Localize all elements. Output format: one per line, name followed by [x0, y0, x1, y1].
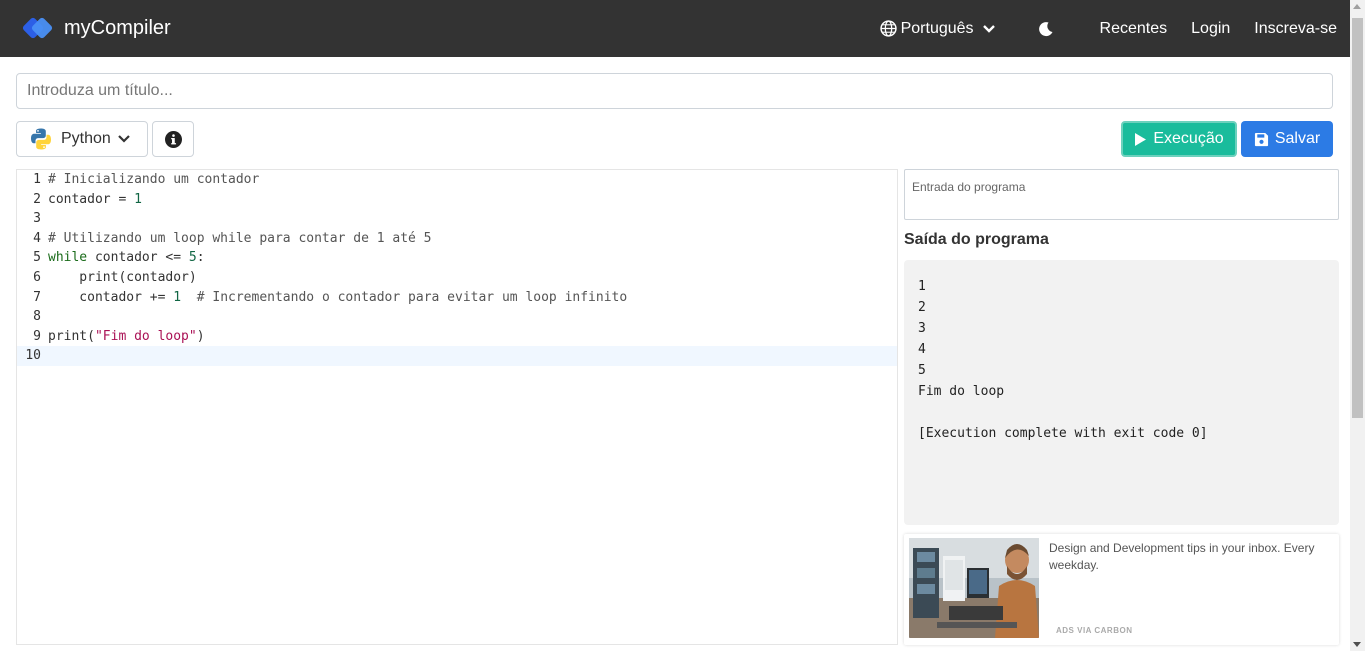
code-line[interactable]: 9 print("Fim do loop") — [17, 327, 897, 347]
brand-logo-icon — [22, 15, 54, 43]
chevron-down-icon — [118, 135, 130, 143]
code-editor[interactable]: 1 # Inicializando um contador 2 contador… — [16, 169, 898, 645]
code-line[interactable]: 6 print(contador) — [17, 268, 897, 288]
output-line: 3 — [918, 321, 926, 336]
code-line[interactable]: 7 contador += 1 # Incrementando o contad… — [17, 288, 897, 308]
brand-name: myCompiler — [64, 17, 171, 39]
ad-via-label[interactable]: ADS VIA CARBON — [1056, 626, 1132, 635]
output-line: 2 — [918, 300, 926, 315]
floppy-disk-icon — [1254, 132, 1268, 146]
line-number: 1 — [33, 172, 41, 187]
scroll-up-icon[interactable] — [1353, 4, 1361, 9]
code-text[interactable]: # Utilizando um loop while para contar d… — [41, 229, 432, 249]
line-number: 8 — [33, 309, 41, 325]
ad-image[interactable] — [909, 538, 1039, 638]
output-title: Saída do programa — [904, 231, 1049, 248]
code-text[interactable]: # Inicializando um contador — [41, 170, 259, 190]
code-text[interactable]: print(contador) — [41, 268, 196, 288]
code-line[interactable]: 1 # Inicializando um contador — [17, 170, 897, 190]
code-text[interactable] — [41, 346, 48, 366]
output-line: 1 — [918, 279, 926, 294]
line-number: 7 — [33, 289, 41, 305]
line-number: 5 — [33, 250, 41, 266]
language-dropdown-label: Python — [61, 130, 111, 147]
nav-link-recentes[interactable]: Recentes — [1100, 20, 1168, 38]
code-text[interactable]: while contador <= 5: — [41, 248, 205, 268]
scroll-down-icon[interactable] — [1353, 642, 1361, 647]
code-text[interactable] — [41, 307, 48, 327]
line-number: 3 — [33, 211, 41, 227]
page-scrollbar[interactable] — [1350, 0, 1365, 651]
language-selector[interactable]: Português — [879, 19, 1000, 38]
code-line-active[interactable]: 10 — [17, 346, 897, 366]
carbon-ad[interactable]: Design and Development tips in your inbo… — [904, 534, 1339, 645]
program-input[interactable] — [904, 169, 1339, 220]
line-number: 6 — [33, 269, 41, 285]
globe-icon — [879, 20, 897, 37]
line-number: 9 — [33, 328, 41, 344]
code-line[interactable]: 5 while contador <= 5: — [17, 248, 897, 268]
run-button[interactable]: Execução — [1121, 121, 1237, 157]
output-line: Fim do loop — [918, 384, 1005, 399]
code-line[interactable]: 8 — [17, 307, 897, 327]
scrollbar-thumb[interactable] — [1352, 18, 1363, 418]
play-icon — [1135, 132, 1147, 146]
code-text[interactable] — [41, 209, 48, 229]
line-number: 2 — [33, 191, 41, 207]
info-button[interactable] — [152, 121, 194, 157]
top-navbar: myCompiler Português Recentes Login Insc… — [0, 0, 1350, 57]
language-label: Português — [900, 19, 974, 37]
save-button[interactable]: Salvar — [1241, 121, 1333, 157]
dark-mode-toggle[interactable] — [1038, 21, 1054, 37]
moon-icon — [1038, 21, 1053, 36]
language-dropdown-button[interactable]: Python — [16, 121, 148, 157]
run-label: Execução — [1153, 130, 1224, 147]
output-line: 4 — [918, 342, 926, 357]
info-icon — [164, 130, 182, 148]
code-line[interactable]: 3 — [17, 209, 897, 229]
ad-text[interactable]: Design and Development tips in your inbo… — [1049, 540, 1329, 574]
code-text[interactable]: contador += 1 # Incrementando o contador… — [41, 288, 627, 308]
output-line: [Execution complete with exit code 0] — [918, 426, 1208, 441]
chevron-down-icon — [982, 24, 995, 33]
code-text[interactable]: contador = 1 — [41, 190, 142, 210]
code-text[interactable]: print("Fim do loop") — [41, 327, 205, 347]
brand[interactable]: myCompiler — [22, 15, 171, 43]
output-panel: 1 2 3 4 5 Fim do loop [Execution complet… — [904, 260, 1339, 525]
output-line: 5 — [918, 363, 926, 378]
code-line[interactable]: 2 contador = 1 — [17, 190, 897, 210]
line-number: 4 — [33, 230, 41, 246]
line-number: 10 — [25, 348, 41, 364]
nav-link-login[interactable]: Login — [1191, 20, 1230, 38]
nav-link-signup[interactable]: Inscreva-se — [1254, 20, 1337, 38]
python-icon — [31, 128, 51, 150]
code-line[interactable]: 4 # Utilizando um loop while para contar… — [17, 229, 897, 249]
title-input[interactable] — [16, 73, 1333, 109]
save-label: Salvar — [1274, 130, 1321, 147]
